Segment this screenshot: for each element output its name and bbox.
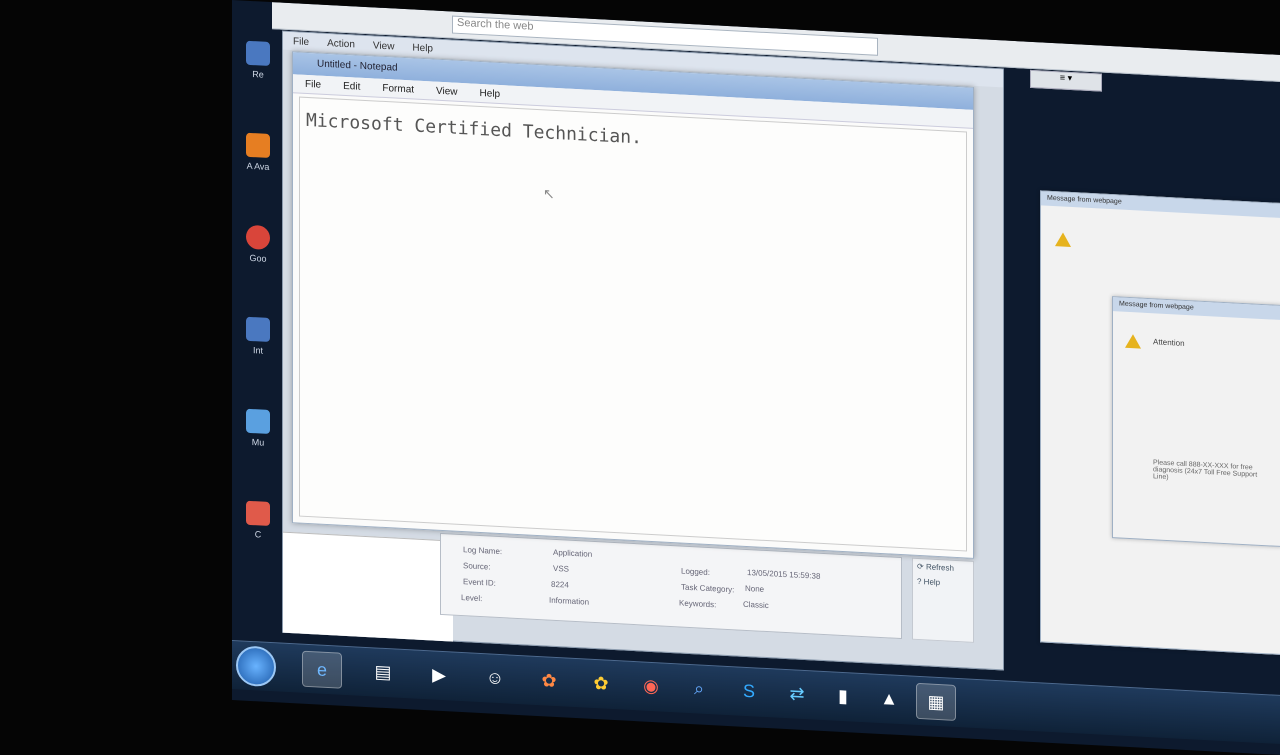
internet-explorer-icon[interactable]: e	[302, 650, 342, 689]
level-label: Level:	[461, 593, 483, 604]
file-explorer-icon[interactable]: ▤	[364, 654, 402, 690]
start-button[interactable]	[236, 645, 276, 688]
menu-action[interactable]: Action	[327, 37, 355, 49]
globe-icon	[246, 316, 270, 342]
event-viewer-icon[interactable]: ▲	[870, 680, 908, 716]
menu-view[interactable]: View	[373, 40, 395, 52]
event-id-label: Event ID:	[463, 577, 496, 588]
desktop-icon-avast[interactable]: A Ava	[238, 132, 278, 190]
notepad-taskbar-icon[interactable]: ▦	[916, 682, 956, 721]
keywords-value: Classic	[743, 599, 769, 611]
desktop-icon-music[interactable]: Mu	[238, 408, 278, 466]
event-id-value: 8224	[551, 579, 569, 590]
notepad-menu-help[interactable]: Help	[480, 87, 501, 99]
dialog-title: Message from webpage	[1041, 191, 1280, 218]
notepad-menu-format[interactable]: Format	[382, 82, 414, 95]
pinwheel-app-icon[interactable]: ✿	[530, 663, 568, 699]
media-player-icon[interactable]: ▶	[420, 657, 458, 693]
refresh-icon: ⟳	[917, 561, 926, 572]
menu-help[interactable]: Help	[412, 42, 433, 54]
log-name-label: Log Name:	[463, 545, 503, 557]
support-line-text: Please call 888-XX-XXX for free diagnosi…	[1153, 459, 1258, 482]
notepad-menu-file[interactable]: File	[305, 78, 321, 90]
browser-menu-button[interactable]: ≡ ▾	[1030, 69, 1102, 92]
notepad-menu-view[interactable]: View	[436, 85, 458, 97]
task-category-label: Task Category:	[681, 582, 735, 595]
help-action[interactable]: ? Help	[913, 574, 973, 592]
teamviewer-icon[interactable]: ⇄	[778, 676, 816, 712]
menu-file[interactable]: File	[293, 36, 309, 48]
logged-value: 13/05/2015 15:59:38	[747, 567, 821, 581]
notepad-menu-edit[interactable]: Edit	[343, 80, 360, 92]
search-app-icon[interactable]: ⌕	[680, 670, 718, 706]
event-tree-pane[interactable]	[283, 531, 453, 642]
desktop-icon-recycle[interactable]: Re	[238, 40, 278, 98]
avast-icon	[246, 132, 270, 158]
source-label: Source:	[463, 561, 491, 572]
notepad-window: Untitled - Notepad File Edit Format View…	[292, 51, 974, 559]
attention-label: Attention	[1153, 337, 1185, 348]
pinwheel-app-2-icon[interactable]: ✿	[582, 665, 620, 701]
notepad-text-area[interactable]: Microsoft Certified Technician.	[299, 96, 967, 552]
warning-icon-2	[1125, 333, 1141, 349]
desktop-icon-internet[interactable]: Int	[238, 316, 278, 374]
music-icon	[246, 408, 270, 434]
chrome-icon	[246, 224, 270, 250]
level-value: Information	[549, 595, 590, 607]
command-prompt-icon[interactable]: ▮	[824, 678, 862, 714]
mouse-cursor-icon: ↖	[543, 185, 555, 202]
source-value: VSS	[553, 563, 570, 574]
desktop-screen: Search the web ≡ ▾ Re A Ava Goo Int Mu C…	[232, 0, 1280, 755]
skype-icon[interactable]: S	[730, 673, 768, 709]
actions-pane: ⟳ Refresh ? Help	[912, 557, 974, 643]
keywords-label: Keywords:	[679, 598, 717, 610]
log-name-value: Application	[553, 547, 593, 559]
app-icon	[246, 500, 270, 526]
chrome-taskbar-icon[interactable]: ◉	[632, 668, 670, 704]
desktop-icon-c[interactable]: C	[238, 500, 278, 558]
help-icon: ?	[917, 576, 924, 587]
scam-dialog-front: Message from webpage Attention Please ca…	[1112, 296, 1280, 548]
warning-icon	[1055, 232, 1071, 247]
task-category-value: None	[745, 583, 765, 594]
desktop-icon-google[interactable]: Goo	[238, 224, 278, 282]
messenger-icon[interactable]: ☺	[476, 660, 514, 696]
logged-label: Logged:	[681, 566, 710, 578]
recycle-bin-icon	[246, 40, 270, 66]
desktop-icons: Re A Ava Goo Int Mu C	[238, 40, 278, 594]
